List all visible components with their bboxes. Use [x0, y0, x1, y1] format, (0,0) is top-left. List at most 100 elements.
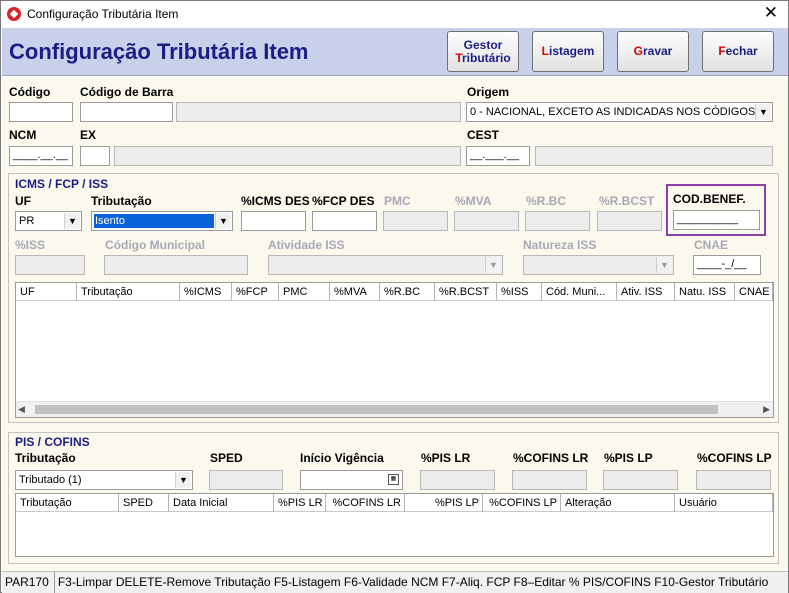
- ex-input[interactable]: [80, 146, 110, 166]
- arrow-left-icon[interactable]: ◀: [18, 404, 25, 415]
- pis-tributacao-select[interactable]: Tributado (1) ▼: [15, 470, 193, 490]
- fechar-button[interactable]: Fechar: [702, 31, 774, 72]
- grid-col-icms[interactable]: %ICMS: [180, 283, 232, 301]
- gestor-rest: ributário: [462, 50, 511, 65]
- gestor-button-line2: Tributário: [455, 50, 511, 65]
- ex-label: EX: [80, 128, 97, 142]
- atividade-iss-select: ▼: [268, 255, 503, 275]
- chevron-down-icon: ▼: [485, 257, 501, 273]
- cod-benef-label: COD.BENEF.: [673, 192, 746, 206]
- listagem-button[interactable]: Listagem: [532, 31, 604, 72]
- arrow-right-icon[interactable]: ▶: [763, 404, 770, 415]
- grid-col-rbcst[interactable]: %R.BCST: [435, 283, 497, 301]
- pis-col-alteracao[interactable]: Alteração: [561, 494, 675, 512]
- pis-lp-label: %PIS LP: [604, 451, 653, 465]
- grid-col-cnae[interactable]: CNAE: [735, 283, 773, 301]
- listagem-label: Listagem: [542, 45, 595, 58]
- fechar-label: Fechar: [718, 45, 757, 58]
- grid-col-iss[interactable]: %ISS: [497, 283, 542, 301]
- grid-col-natu-iss[interactable]: Natu. ISS: [675, 283, 735, 301]
- origem-select[interactable]: 0 - NACIONAL, EXCETO AS INDICADAS NOS CÓ…: [466, 102, 773, 122]
- fechar-rest: echar: [725, 44, 758, 58]
- atividade-iss-label: Atividade ISS: [268, 238, 345, 252]
- grid-col-cod-municipal[interactable]: Cód. Muni...: [542, 283, 617, 301]
- inicio-vigencia-input[interactable]: ▦: [300, 470, 403, 490]
- ncm-label: NCM: [9, 128, 37, 142]
- fcp-des-label: %FCP DES: [312, 194, 375, 208]
- pis-col-cofins-lp[interactable]: %COFINS LP: [483, 494, 561, 512]
- grid-col-fcp[interactable]: %FCP: [232, 283, 279, 301]
- gravar-hotkey: G: [633, 44, 643, 58]
- chevron-down-icon: ▼: [656, 257, 672, 273]
- pis-col-pis-lr[interactable]: %PIS LR: [274, 494, 326, 512]
- pis-col-data-inicial[interactable]: Data Inicial: [169, 494, 274, 512]
- ncm-descricao-field: [114, 146, 461, 166]
- app-icon: [7, 7, 21, 21]
- status-form-code: PAR170: [5, 575, 49, 589]
- pis-col-usuario[interactable]: Usuário: [675, 494, 773, 512]
- calendar-icon[interactable]: ▦: [388, 474, 399, 485]
- icms-group-title: ICMS / FCP / ISS: [15, 177, 109, 191]
- grid-col-mva[interactable]: %MVA: [330, 283, 380, 301]
- icms-grid[interactable]: UF Tributação %ICMS %FCP PMC %MVA %R.BC …: [15, 282, 774, 418]
- fcp-des-input[interactable]: [312, 211, 377, 231]
- inicio-vigencia-label: Início Vigência: [300, 451, 384, 465]
- chevron-down-icon[interactable]: ▼: [755, 104, 771, 120]
- cod-benef-input[interactable]: __________: [673, 210, 760, 230]
- pis-col-cofins-lr[interactable]: %COFINS LR: [326, 494, 405, 512]
- cest-input[interactable]: __.___.__: [466, 146, 530, 166]
- tributacao-value: Isento: [94, 214, 214, 228]
- grid-col-rbc[interactable]: %R.BC: [380, 283, 435, 301]
- uf-select[interactable]: PR ▼: [15, 211, 82, 231]
- codigo-municipal-input: [104, 255, 248, 275]
- gestor-tributario-button[interactable]: Gestor Tributário: [447, 31, 519, 72]
- icms-des-input[interactable]: [241, 211, 306, 231]
- natureza-iss-select: ▼: [523, 255, 674, 275]
- chevron-down-icon[interactable]: ▼: [175, 472, 191, 488]
- tributacao-select[interactable]: Isento ▼: [91, 211, 233, 231]
- iss-label: %ISS: [15, 238, 46, 252]
- scroll-thumb[interactable]: [35, 405, 718, 414]
- pis-grid-header: Tributação SPED Data Inicial %PIS LR %CO…: [16, 494, 773, 512]
- grid-col-uf[interactable]: UF: [16, 283, 77, 301]
- icms-des-label: %ICMS DES: [241, 194, 310, 208]
- grid-col-ativ-iss[interactable]: Ativ. ISS: [617, 283, 675, 301]
- title-bar: Configuração Tributária Item ✕: [1, 1, 788, 28]
- pis-col-tributacao[interactable]: Tributação: [16, 494, 119, 512]
- cnae-input[interactable]: ____-_/__: [693, 255, 761, 275]
- origem-value: 0 - NACIONAL, EXCETO AS INDICADAS NOS CÓ…: [470, 106, 765, 118]
- gravar-button[interactable]: Gravar: [617, 31, 689, 72]
- pis-col-pis-lp[interactable]: %PIS LP: [405, 494, 483, 512]
- pis-lp-input: [603, 470, 678, 490]
- grid-col-pmc[interactable]: PMC: [279, 283, 330, 301]
- pis-grid[interactable]: Tributação SPED Data Inicial %PIS LR %CO…: [15, 493, 774, 557]
- gestor-hotkey: T: [455, 50, 462, 65]
- chevron-down-icon[interactable]: ▼: [215, 213, 231, 229]
- pmc-input: [383, 211, 448, 231]
- rbc-label: %R.BC: [526, 194, 567, 208]
- icms-grid-header: UF Tributação %ICMS %FCP PMC %MVA %R.BC …: [16, 283, 773, 301]
- listagem-rest: istagem: [548, 44, 595, 58]
- gravar-rest: ravar: [642, 44, 673, 58]
- pis-col-sped[interactable]: SPED: [119, 494, 169, 512]
- codigo-input[interactable]: [9, 102, 73, 122]
- uf-value: PR: [19, 215, 35, 227]
- natureza-iss-label: Natureza ISS: [523, 238, 597, 252]
- header-bar: Configuração Tributária Item Gestor Trib…: [2, 28, 788, 76]
- codigo-barra-input[interactable]: [80, 102, 173, 122]
- cofins-lp-label: %COFINS LP: [697, 451, 772, 465]
- window: Configuração Tributária Item ✕ Configura…: [0, 0, 789, 593]
- descricao-field: [176, 102, 461, 122]
- origem-label: Origem: [467, 85, 510, 99]
- pmc-label: PMC: [384, 194, 411, 208]
- pis-tributacao-value: Tributado (1): [19, 474, 82, 486]
- ncm-input[interactable]: ____.__.__: [9, 146, 73, 166]
- sped-input: [209, 470, 283, 490]
- grid-col-tributacao[interactable]: Tributação: [77, 283, 180, 301]
- icms-grid-scrollbar[interactable]: ◀ ▶: [16, 401, 773, 417]
- pis-lr-label: %PIS LR: [421, 451, 471, 465]
- rbcst-label: %R.BCST: [599, 194, 655, 208]
- cest-label: CEST: [467, 128, 500, 142]
- chevron-down-icon[interactable]: ▼: [64, 213, 80, 229]
- close-icon[interactable]: ✕: [764, 4, 778, 22]
